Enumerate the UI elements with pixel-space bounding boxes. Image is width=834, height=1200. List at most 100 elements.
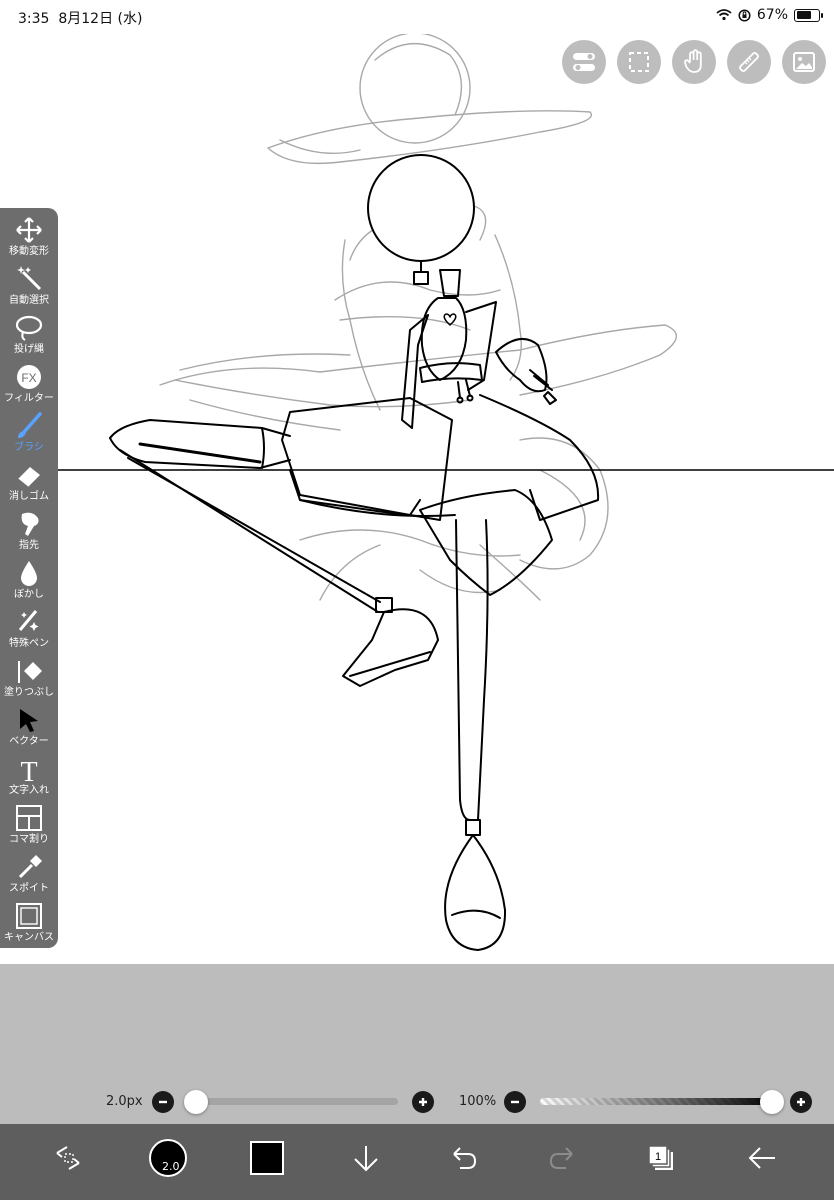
tool-brush[interactable]: ブラシ: [0, 408, 58, 457]
opacity-increase-button[interactable]: [790, 1091, 812, 1113]
undo-icon: [453, 1147, 477, 1169]
brush-icon: [18, 412, 42, 438]
tool-panel[interactable]: コマ割り: [0, 800, 58, 849]
status-bar: 3:35 8月12日 (水) 67%: [0, 0, 834, 34]
selection-button[interactable]: [617, 40, 661, 84]
brush-color-button[interactable]: 2.0: [146, 1136, 190, 1180]
arrow-down-icon: [354, 1146, 378, 1172]
battery-percent: 67%: [756, 7, 788, 23]
plus-icon: [797, 1098, 805, 1106]
layers-button[interactable]: 1: [639, 1136, 683, 1180]
opacity-decrease-button[interactable]: [504, 1091, 526, 1113]
hand-button[interactable]: [672, 40, 716, 84]
tool-special-pen[interactable]: 特殊ペン: [0, 604, 58, 653]
brush-size-badge: 2.0: [162, 1160, 180, 1173]
tool-move-label: 移動変形: [9, 246, 49, 257]
redo-icon: [549, 1147, 573, 1169]
tool-eyedropper-label: スポイト: [9, 883, 49, 894]
orientation-lock-icon: [738, 8, 751, 22]
text-icon-glyph: T: [20, 757, 37, 783]
tool-special-pen-label: 特殊ペン: [9, 638, 49, 649]
tool-vector[interactable]: ベクター: [0, 702, 58, 751]
text-icon: T: [20, 757, 37, 783]
tool-magic-wand[interactable]: 自動選択: [0, 261, 58, 310]
brush-color-circle: 2.0: [149, 1139, 187, 1177]
special-pen-icon: [18, 610, 39, 631]
tool-fill[interactable]: 塗りつぶし: [0, 653, 58, 702]
tool-panel-label: コマ割り: [9, 834, 49, 845]
lasso-icon: [15, 315, 43, 341]
move-icon: [16, 217, 42, 243]
back-button[interactable]: [740, 1136, 784, 1180]
minus-icon: [511, 1100, 519, 1104]
bottom-toolbar: 2.0 1: [0, 1124, 834, 1200]
tool-smudge[interactable]: 指先: [0, 506, 58, 555]
tool-brush-label: ブラシ: [14, 442, 44, 453]
tool-eraser-label: 消しゴム: [9, 491, 49, 502]
tool-filter[interactable]: FX フィルター: [0, 359, 58, 408]
color-swatch-button[interactable]: [245, 1136, 289, 1180]
sketch-artwork: [0, 34, 834, 951]
tool-blur[interactable]: ぼかし: [0, 555, 58, 604]
redo-button[interactable]: [540, 1136, 584, 1180]
tool-eyedropper[interactable]: スポイト: [0, 849, 58, 898]
ruler-icon: [739, 52, 759, 72]
color-swatch: [250, 1141, 284, 1175]
eraser-icon: [17, 467, 40, 488]
magic-wand-icon: [17, 266, 42, 291]
bottom-panel: 2.0px 100%: [0, 964, 834, 1124]
wifi-icon: [716, 9, 732, 21]
opacity-slider-thumb[interactable]: [760, 1090, 784, 1114]
swap-color-button[interactable]: [46, 1136, 90, 1180]
tool-blur-label: ぼかし: [14, 589, 44, 600]
tool-smudge-label: 指先: [19, 540, 39, 551]
fx-icon: FX: [17, 365, 41, 389]
tool-filter-label: フィルター: [4, 393, 54, 404]
selection-icon: [629, 52, 649, 72]
tool-move[interactable]: 移動変形: [0, 212, 58, 261]
image-button[interactable]: [782, 40, 826, 84]
brush-size-slider[interactable]: [190, 1098, 398, 1105]
opacity-value: 100%: [459, 1094, 497, 1109]
tool-palette: 移動変形 自動選択 投げ縄 FX フィルター ブラシ 消しゴム 指先 ぼかし 特…: [0, 208, 58, 948]
status-time: 3:35 8月12日 (水): [18, 8, 142, 28]
minus-icon: [159, 1100, 167, 1104]
tool-lasso[interactable]: 投げ縄: [0, 310, 58, 359]
tool-eraser[interactable]: 消しゴム: [0, 457, 58, 506]
status-icons: 67%: [716, 7, 823, 23]
brush-size-decrease-button[interactable]: [152, 1091, 174, 1113]
ruler-button[interactable]: [727, 40, 771, 84]
download-button[interactable]: [344, 1136, 388, 1180]
battery-icon: [794, 8, 823, 22]
line-art-layer: [0, 154, 834, 951]
layers-icon: 1: [648, 1145, 673, 1170]
toggle-icon: [573, 53, 595, 71]
brush-size-increase-button[interactable]: [412, 1091, 434, 1113]
tool-fill-label: 塗りつぶし: [3, 687, 55, 698]
fill-bucket-icon: [18, 661, 42, 683]
swap-arrows-icon: [56, 1146, 80, 1170]
brush-size-slider-thumb[interactable]: [184, 1090, 208, 1114]
vector-cursor-icon: [20, 709, 38, 732]
opacity-slider[interactable]: [540, 1098, 776, 1105]
battery-fill: [796, 11, 811, 19]
fx-icon-text: FX: [21, 371, 36, 385]
time-text: 3:35: [18, 11, 50, 27]
layer-count: 1: [655, 1151, 661, 1163]
tool-text[interactable]: T 文字入れ: [0, 751, 58, 800]
undo-button[interactable]: [442, 1136, 486, 1180]
blur-drop-icon: [21, 561, 37, 586]
panel-layout-icon: [16, 805, 42, 831]
hand-icon: [684, 49, 702, 73]
eyedropper-icon: [18, 855, 42, 879]
date-text: 8月12日 (水): [58, 11, 143, 27]
toggle-button[interactable]: [562, 40, 606, 84]
tool-canvas-label: キャンバス: [4, 932, 54, 943]
arrow-left-icon: [748, 1147, 775, 1169]
smudge-icon: [21, 512, 39, 536]
drawing-canvas[interactable]: [0, 34, 834, 964]
image-icon: [793, 52, 815, 72]
canvas-icon: [16, 903, 42, 929]
tool-canvas[interactable]: キャンバス: [0, 898, 58, 947]
brush-size-value: 2.0px: [106, 1094, 143, 1109]
